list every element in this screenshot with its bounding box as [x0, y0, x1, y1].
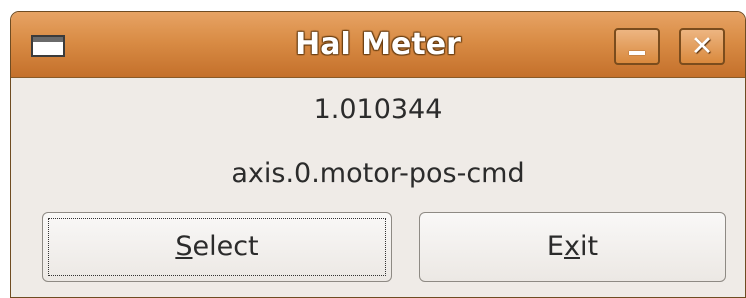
title-bar[interactable]: Hal Meter ✕	[11, 12, 745, 78]
exit-button[interactable]: Exit	[419, 212, 726, 282]
close-icon: ✕	[690, 31, 714, 62]
select-button-label: Select	[175, 231, 258, 262]
exit-button-label: Exit	[547, 231, 598, 262]
meter-value: 1.010344	[313, 94, 443, 125]
select-button[interactable]: Select	[42, 212, 392, 282]
hal-meter-window: Hal Meter ✕ 1.010344 axis.0.motor-pos-cm…	[10, 11, 746, 298]
exit-label-after: it	[579, 231, 599, 262]
minimize-icon	[629, 51, 645, 55]
minimize-button[interactable]	[614, 28, 660, 65]
select-label-rest: elect	[192, 231, 259, 262]
pin-name-label: axis.0.motor-pos-cmd	[231, 158, 525, 189]
select-mnemonic: S	[175, 231, 193, 262]
close-button[interactable]: ✕	[679, 28, 725, 65]
exit-mnemonic: x	[563, 231, 580, 262]
exit-label-before: E	[546, 231, 564, 262]
